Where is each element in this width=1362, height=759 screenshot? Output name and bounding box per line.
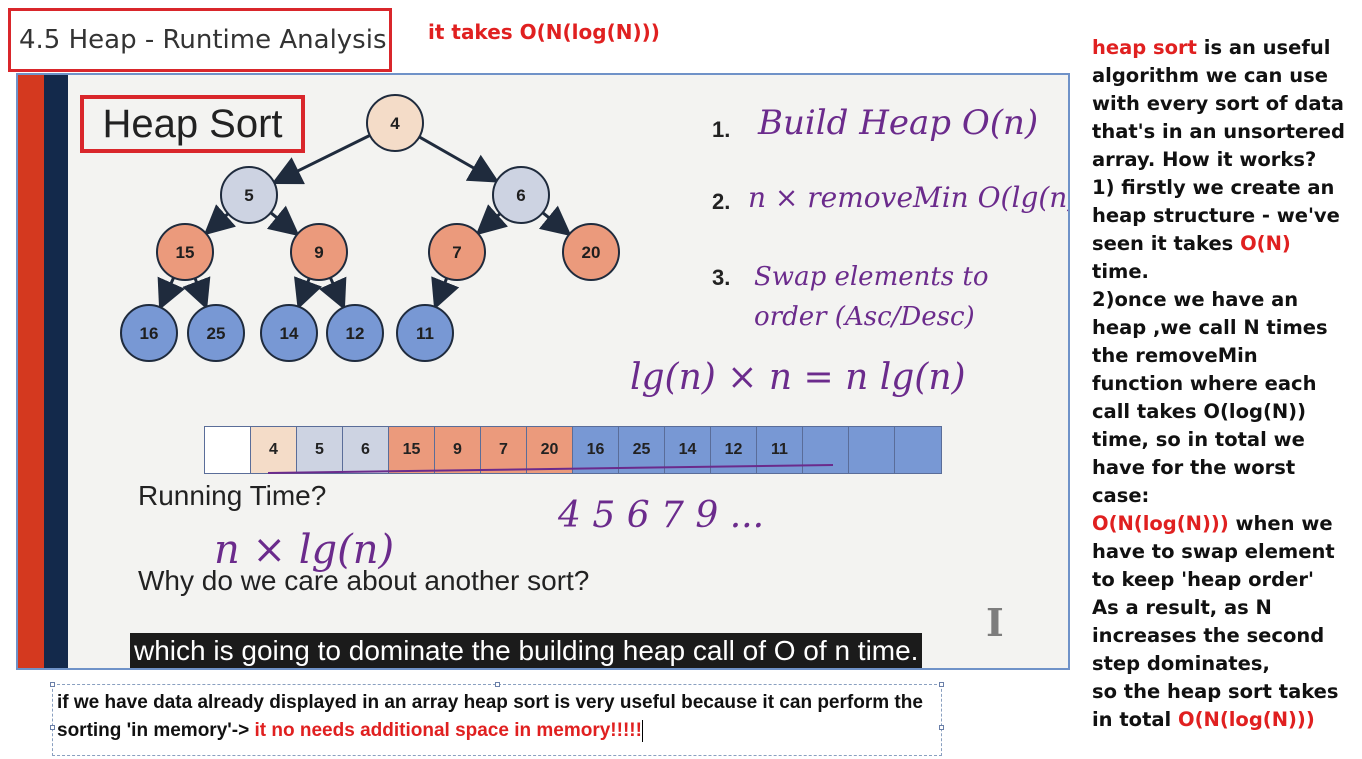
text-cursor <box>641 719 644 742</box>
handwritten-underline <box>267 464 834 474</box>
sidebar-p3: 2)once we have an heap ,we call N times … <box>1092 288 1328 507</box>
resize-handle[interactable] <box>939 725 944 730</box>
notes-highlight: it no needs additional space in memory!!… <box>254 720 642 741</box>
title-note: it takes O(N(log(N))) <box>428 20 660 44</box>
sidebar-conclusion: As a result, as N increases the second s… <box>1092 594 1354 734</box>
sidebar-p2-end: time. <box>1092 260 1149 283</box>
sidebar-p2: 1) firstly we create an heap structure -… <box>1092 176 1340 255</box>
sidebar-notes: heap sort is an useful algorithm we can … <box>1092 34 1354 594</box>
university-logo: I <box>986 600 1004 645</box>
notes-textbox[interactable]: if we have data already displayed in an … <box>50 682 944 756</box>
section-title: 4.5 Heap - Runtime Analysis <box>8 8 392 72</box>
video-subtitle: which is going to dominate the building … <box>130 633 923 668</box>
resize-handle[interactable] <box>939 682 944 687</box>
sidebar-p5: As a result, as N increases the second s… <box>1092 596 1325 675</box>
resize-handle[interactable] <box>50 682 55 687</box>
resize-handle[interactable] <box>50 725 55 730</box>
sidebar-p4-red: O(N(log(N))) <box>1092 512 1229 535</box>
sidebar-p6-red: O(N(log(N))) <box>1178 708 1315 731</box>
lecture-slide: Heap Sort 4 5 6 15 9 7 20 16 25 14 12 11 4 5 6 15 9 7 20 1… <box>16 73 1070 670</box>
sidebar-p1-red: heap sort <box>1092 36 1197 59</box>
sidebar-p2-red: O(N) <box>1240 232 1291 255</box>
resize-handle[interactable] <box>495 682 500 687</box>
